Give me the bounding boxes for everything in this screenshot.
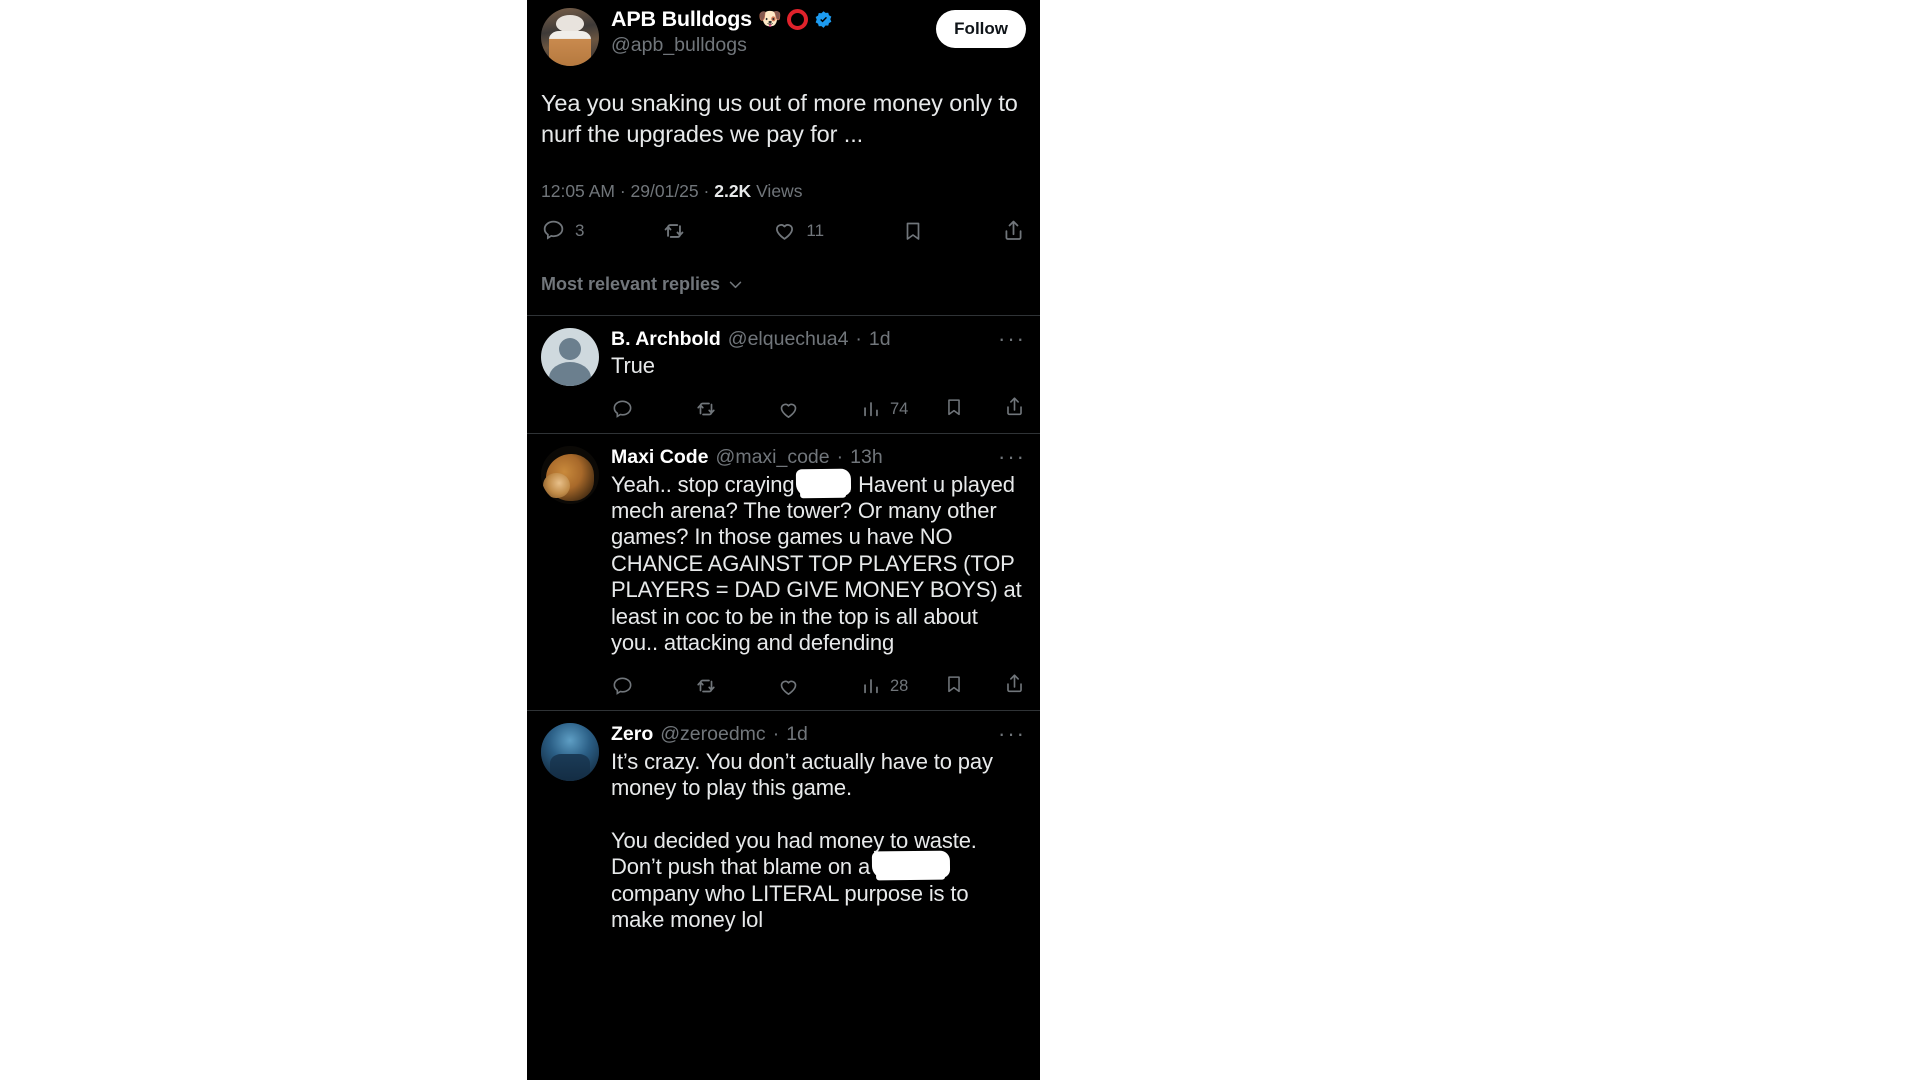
display-name[interactable]: APB Bulldogs (611, 7, 752, 32)
tweet-date: 29/01/25 (630, 180, 699, 201)
share-icon (1007, 397, 1022, 416)
reply-content: Maxi Code @maxi_code · 13h ··· Yeah.. st… (599, 446, 1026, 700)
reply-item: Maxi Code @maxi_code · 13h ··· Yeah.. st… (527, 434, 1040, 710)
reply-display-name[interactable]: Maxi Code (611, 446, 709, 469)
retweet-button[interactable] (661, 218, 696, 244)
more-options-button[interactable]: ··· (988, 446, 1026, 468)
tweet-action-bar: 3 11 (527, 202, 1040, 244)
retweet-icon (664, 223, 684, 238)
reply-display-name[interactable]: Zero (611, 723, 653, 746)
reply-header: B. Archbold @elquechua4 · 1d ··· (611, 327, 1026, 351)
redacted-text: fucking (875, 854, 945, 882)
twitter-thread-view: APB Bulldogs 🐶 @apb_bulldogs Follow Yea … (527, 0, 1040, 1080)
verified-icon (814, 10, 833, 29)
like-button[interactable] (777, 675, 860, 698)
share-button[interactable] (1001, 218, 1026, 243)
reply-content: Zero @zeroedmc · 1d ··· It’s crazy. You … (599, 723, 1026, 933)
reply-count: 3 (575, 220, 585, 240)
dog-face-icon: 🐶 (757, 9, 782, 31)
avatar[interactable] (541, 723, 599, 782)
more-options-button[interactable]: ··· (988, 723, 1026, 745)
heart-icon (776, 224, 794, 240)
bookmark-icon (948, 399, 960, 415)
bookmark-button[interactable] (943, 673, 965, 700)
screenshot-canvas: APB Bulldogs 🐶 @apb_bulldogs Follow Yea … (0, 0, 1920, 1080)
reply-item: B. Archbold @elquechua4 · 1d ··· True 74 (527, 316, 1040, 434)
meta-sep-1: · (619, 180, 626, 201)
sort-replies-button[interactable]: Most relevant replies (527, 244, 1040, 315)
views-button[interactable]: 28 (860, 675, 943, 697)
reply-text: Yeah.. stop craying bitch. Havent u play… (611, 471, 1028, 656)
reply-handle[interactable]: @elquechua4 (728, 328, 849, 351)
share-button[interactable] (1003, 395, 1026, 423)
reply-icon (613, 400, 632, 418)
reply-timestamp: 1d (868, 327, 891, 350)
share-icon (1007, 674, 1022, 693)
reply-action-bar: 74 (611, 395, 1026, 423)
heart-icon (780, 403, 797, 418)
views-button[interactable]: 74 (860, 398, 943, 420)
follow-button[interactable]: Follow (936, 10, 1026, 48)
views-count: 74 (890, 399, 909, 418)
reply-handle[interactable]: @maxi_code (716, 446, 830, 469)
reply-separator: · (855, 327, 862, 350)
retweet-icon (697, 402, 715, 416)
reply-content: B. Archbold @elquechua4 · 1d ··· True 74 (599, 327, 1026, 424)
heart-icon (780, 680, 797, 695)
views-count: 28 (890, 676, 909, 695)
main-tweet: APB Bulldogs 🐶 @apb_bulldogs Follow Yea … (527, 0, 1040, 315)
like-count: 11 (806, 220, 825, 240)
more-options-button[interactable]: ··· (988, 327, 1026, 349)
meta-sep-2: · (703, 180, 710, 201)
like-button[interactable]: 11 (772, 218, 824, 243)
tweet-text: Yea you snaking us out of more money onl… (541, 90, 1018, 148)
avatar[interactable] (541, 446, 599, 505)
redacted-text: bitch (800, 471, 847, 499)
author-block: APB Bulldogs 🐶 @apb_bulldogs (599, 7, 936, 57)
like-button[interactable] (777, 398, 860, 421)
bookmark-button[interactable] (901, 219, 925, 243)
reply-icon (543, 220, 564, 240)
reply-text: It’s crazy. You don’t actually have to p… (611, 748, 993, 933)
reply-display-name[interactable]: B. Archbold (611, 328, 721, 351)
views-count[interactable]: 2.2K (714, 181, 751, 201)
reply-button[interactable] (611, 675, 694, 698)
reply-handle[interactable]: @zeroedmc (660, 723, 765, 746)
sort-label: Most relevant replies (541, 273, 721, 294)
bookmark-icon (906, 222, 919, 240)
tweet-metadata: 12:05 AM · 29/01/25 · 2.2K Views (527, 151, 1040, 202)
reply-action-bar: 28 (611, 672, 1026, 700)
analytics-icon (864, 679, 878, 694)
reply-item: Zero @zeroedmc · 1d ··· It’s crazy. You … (527, 711, 1040, 943)
retweet-button[interactable] (694, 397, 777, 421)
retweet-icon (697, 680, 715, 693)
reply-header: Maxi Code @maxi_code · 13h ··· (611, 446, 1026, 469)
bookmark-button[interactable] (943, 396, 965, 423)
author-handle[interactable]: @apb_bulldogs (611, 33, 936, 57)
red-ring-icon (787, 9, 809, 31)
bookmark-share-group (943, 672, 1026, 700)
avatar[interactable] (541, 8, 599, 66)
views-label: Views (756, 180, 803, 201)
bookmark-icon (948, 676, 960, 693)
reply-separator: · (836, 446, 844, 469)
tweet-header: APB Bulldogs 🐶 @apb_bulldogs Follow (527, 0, 1040, 66)
reply-text: True (611, 352, 655, 378)
tweet-time: 12:05 AM (541, 180, 615, 201)
bookmark-share-group (943, 395, 1026, 423)
retweet-button[interactable] (694, 674, 777, 698)
share-icon (1005, 220, 1022, 240)
reply-timestamp: 1d (786, 723, 808, 746)
reply-icon (613, 677, 632, 695)
share-button[interactable] (1003, 672, 1026, 700)
reply-button[interactable]: 3 (541, 218, 584, 243)
author-name-row: APB Bulldogs 🐶 (611, 7, 936, 32)
reply-separator: · (772, 723, 780, 746)
reply-timestamp: 13h (850, 446, 883, 469)
analytics-icon (864, 402, 878, 417)
chevron-down-icon (729, 281, 742, 288)
reply-header: Zero @zeroedmc · 1d ··· (611, 723, 1026, 746)
avatar[interactable] (541, 327, 599, 386)
reply-button[interactable] (611, 398, 694, 421)
